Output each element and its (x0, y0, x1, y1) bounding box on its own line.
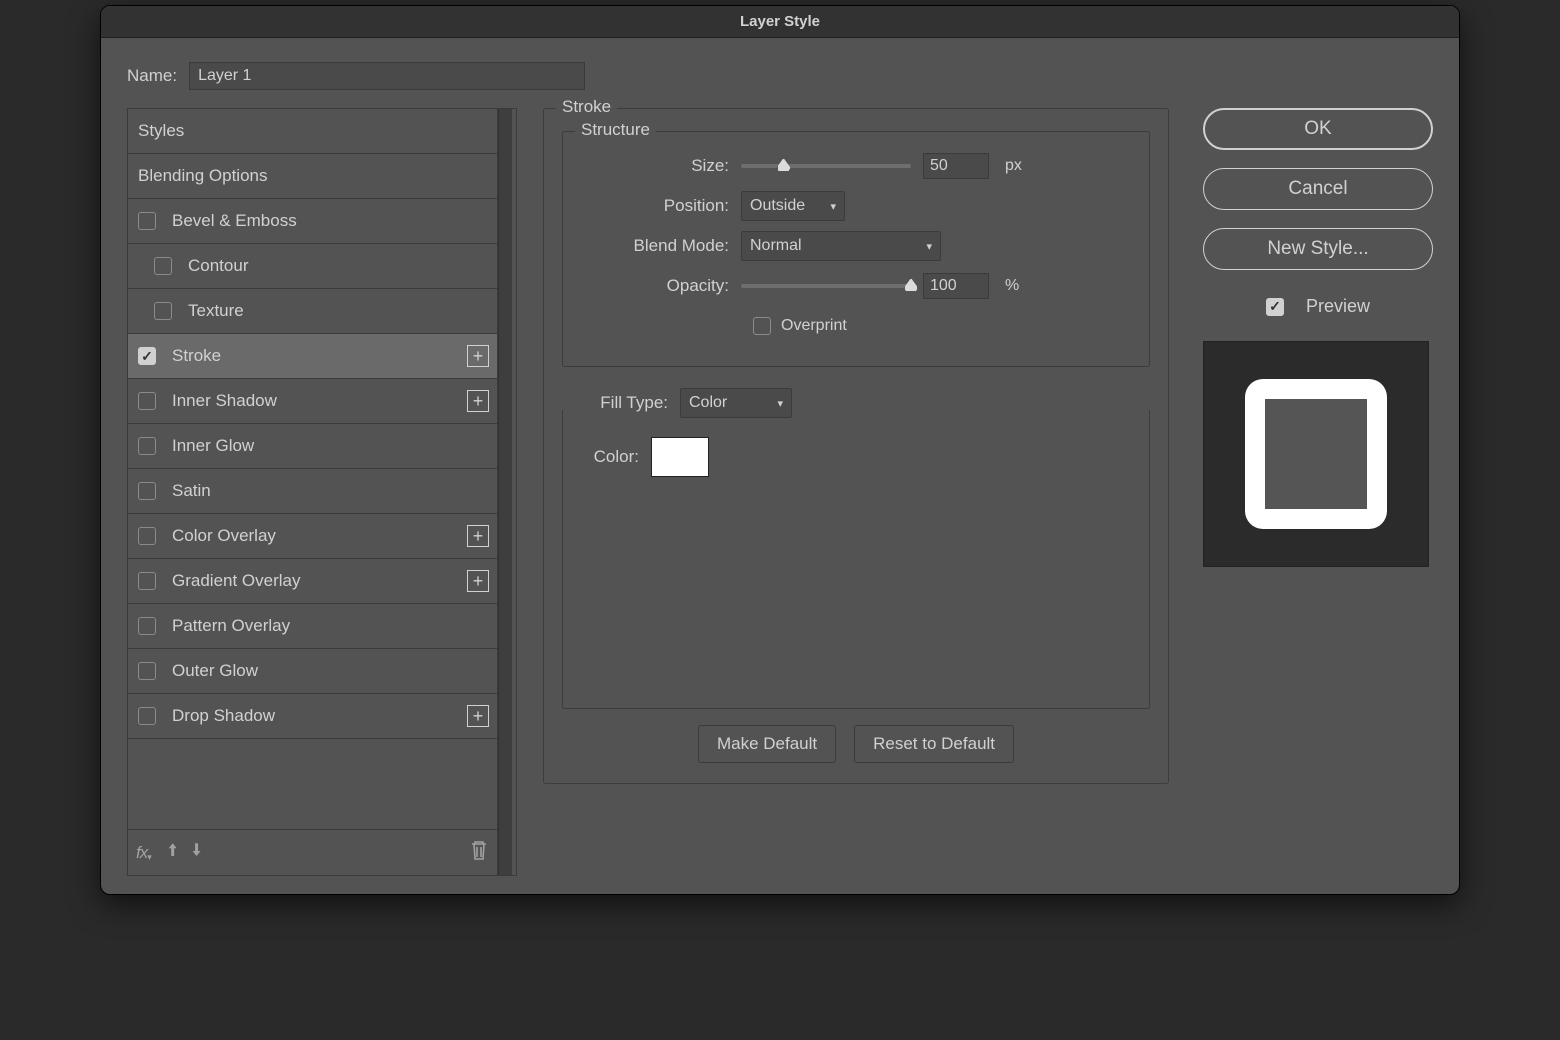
style-label: Pattern Overlay (172, 616, 290, 636)
add-effect-icon[interactable]: + (467, 525, 489, 547)
add-effect-icon[interactable]: + (467, 705, 489, 727)
style-item-satin[interactable]: Satin (128, 469, 497, 514)
size-label: Size: (581, 156, 741, 176)
style-checkbox[interactable] (138, 527, 156, 545)
preview-label: Preview (1306, 296, 1370, 317)
style-item-bevel-emboss[interactable]: Bevel & Emboss (128, 199, 497, 244)
style-label: Stroke (172, 346, 221, 366)
style-item-contour[interactable]: Contour (128, 244, 497, 289)
chevron-down-icon: ▾ (830, 200, 836, 213)
styles-footer: fx▾ 🠩 🠫 (128, 829, 497, 875)
style-label: Inner Glow (172, 436, 254, 456)
styles-scrollbar[interactable] (498, 109, 512, 875)
style-checkbox[interactable] (138, 617, 156, 635)
stroke-fieldset: Stroke Structure Size: px (543, 108, 1169, 784)
style-checkbox[interactable] (138, 662, 156, 680)
opacity-unit: % (1005, 277, 1019, 295)
fill-fieldset: Color: (562, 409, 1150, 709)
name-row: Name: (127, 62, 1433, 90)
add-effect-icon[interactable]: + (467, 570, 489, 592)
style-checkbox[interactable] (138, 212, 156, 230)
name-label: Name: (127, 66, 177, 86)
stroke-color-swatch[interactable] (651, 437, 709, 477)
cancel-button[interactable]: Cancel (1203, 168, 1433, 210)
style-item-texture[interactable]: Texture (128, 289, 497, 334)
move-down-icon[interactable]: 🠫 (192, 838, 202, 868)
chevron-down-icon: ▾ (777, 397, 783, 410)
add-effect-icon[interactable]: + (467, 390, 489, 412)
stroke-legend: Stroke (556, 97, 617, 117)
style-checkbox[interactable] (138, 707, 156, 725)
trash-icon[interactable] (469, 839, 489, 866)
window-body: Name: Styles Blending Options Bevel & Em… (101, 38, 1459, 894)
preview-checkbox[interactable] (1266, 298, 1284, 316)
style-label: Inner Shadow (172, 391, 277, 411)
style-checkbox[interactable] (138, 437, 156, 455)
blend-mode-label: Blend Mode: (581, 236, 741, 256)
chevron-down-icon: ▾ (926, 240, 932, 253)
overprint-checkbox[interactable] (753, 317, 771, 335)
style-item-inner-glow[interactable]: Inner Glow (128, 424, 497, 469)
blending-options[interactable]: Blending Options (128, 154, 497, 199)
color-label: Color: (581, 447, 651, 467)
position-select[interactable]: Outside▾ (741, 191, 845, 221)
size-slider[interactable] (741, 164, 911, 168)
size-unit: px (1005, 157, 1022, 175)
preview-row: Preview (1203, 296, 1433, 317)
name-input[interactable] (189, 62, 585, 90)
actions-panel: OK Cancel New Style... Preview (1203, 108, 1433, 876)
styles-panel: Styles Blending Options Bevel & Emboss Co… (127, 108, 517, 876)
size-slider-handle[interactable] (777, 158, 791, 172)
move-up-icon[interactable]: 🠩 (168, 838, 178, 868)
style-item-outer-glow[interactable]: Outer Glow (128, 649, 497, 694)
styles-list: Styles Blending Options Bevel & Emboss Co… (128, 109, 498, 875)
reset-default-button[interactable]: Reset to Default (854, 725, 1014, 763)
style-item-inner-shadow[interactable]: Inner Shadow + (128, 379, 497, 424)
make-default-button[interactable]: Make Default (698, 725, 836, 763)
style-item-pattern-overlay[interactable]: Pattern Overlay (128, 604, 497, 649)
style-item-drop-shadow[interactable]: Drop Shadow + (128, 694, 497, 739)
opacity-slider-handle[interactable] (904, 278, 918, 292)
fx-icon[interactable]: fx▾ (136, 843, 154, 863)
structure-legend: Structure (575, 120, 656, 140)
stroke-settings: Stroke Structure Size: px (543, 108, 1169, 876)
new-style-button[interactable]: New Style... (1203, 228, 1433, 270)
style-label: Drop Shadow (172, 706, 275, 726)
style-checkbox[interactable] (138, 347, 156, 365)
layer-style-window: Layer Style Name: Styles Blending Option… (100, 5, 1460, 895)
style-checkbox[interactable] (154, 257, 172, 275)
overprint-label: Overprint (781, 317, 847, 335)
opacity-input[interactable] (923, 273, 989, 299)
add-effect-icon[interactable]: + (467, 345, 489, 367)
styles-header[interactable]: Styles (128, 109, 497, 154)
blend-mode-select[interactable]: Normal▾ (741, 231, 941, 261)
position-label: Position: (581, 196, 741, 216)
style-item-color-overlay[interactable]: Color Overlay + (128, 514, 497, 559)
style-item-stroke[interactable]: Stroke + (128, 334, 497, 379)
style-checkbox[interactable] (138, 482, 156, 500)
style-item-gradient-overlay[interactable]: Gradient Overlay + (128, 559, 497, 604)
style-label: Gradient Overlay (172, 571, 301, 591)
titlebar: Layer Style (101, 6, 1459, 38)
ok-button[interactable]: OK (1203, 108, 1433, 150)
preview-box (1203, 341, 1429, 567)
opacity-label: Opacity: (581, 276, 741, 296)
structure-fieldset: Structure Size: px (562, 131, 1150, 367)
style-label: Color Overlay (172, 526, 276, 546)
style-checkbox[interactable] (138, 392, 156, 410)
style-label: Outer Glow (172, 661, 258, 681)
style-label: Contour (188, 256, 248, 276)
style-label: Bevel & Emboss (172, 211, 297, 231)
preview-swatch (1245, 379, 1387, 529)
style-checkbox[interactable] (154, 302, 172, 320)
size-input[interactable] (923, 153, 989, 179)
style-checkbox[interactable] (138, 572, 156, 590)
opacity-slider[interactable] (741, 284, 911, 288)
style-label: Satin (172, 481, 211, 501)
window-title: Layer Style (740, 13, 820, 30)
style-label: Texture (188, 301, 244, 321)
